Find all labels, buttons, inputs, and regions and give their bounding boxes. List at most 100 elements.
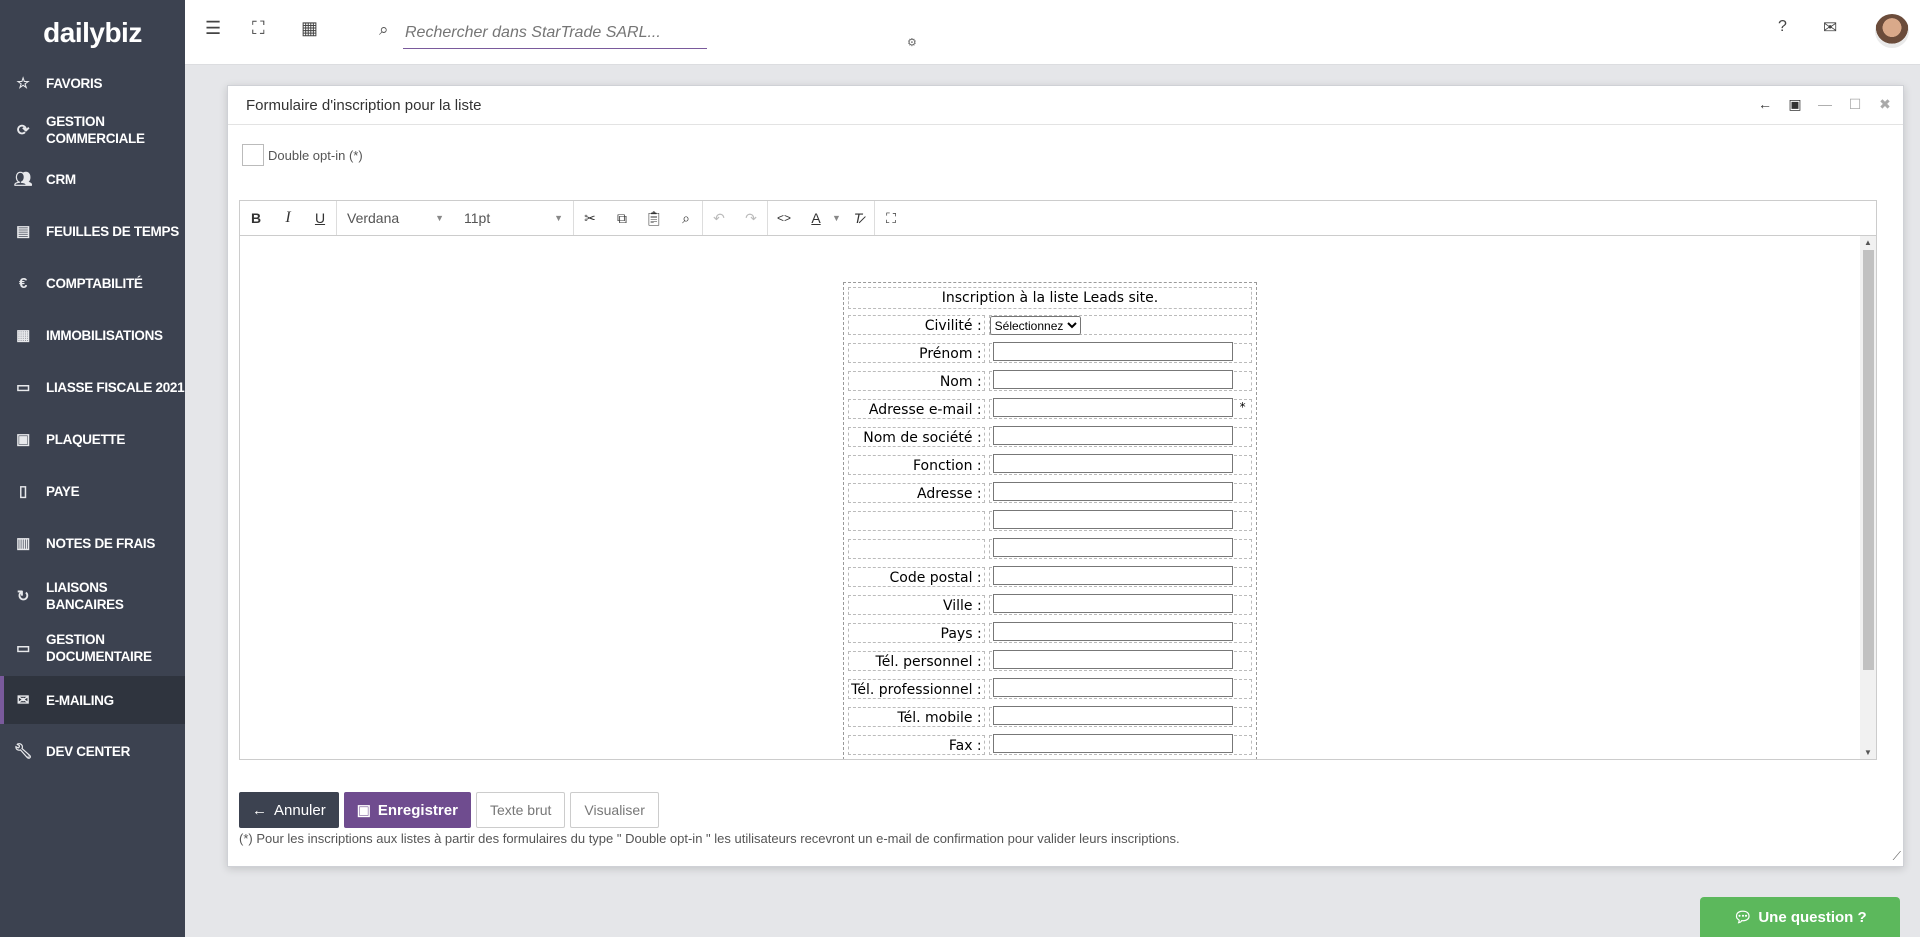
paste-icon[interactable]: 📋︎ (638, 210, 670, 227)
form-text-input[interactable] (992, 650, 1233, 669)
help-icon[interactable]: ? (1778, 18, 1787, 36)
sync-icon: ⟳ (16, 121, 30, 139)
search-icon: ⌕ (379, 20, 389, 39)
editor-toolbar: B I U Verdana ▼ 11pt ▼ ✂ ⧉ 📋︎ ⌕ ↶ ↷ <> A… (240, 201, 1876, 236)
scroll-up-icon[interactable]: ▲ (1864, 238, 1872, 247)
save-icon[interactable]: ▣ (1787, 96, 1803, 113)
apps-grid-icon[interactable]: ▦ (301, 18, 318, 39)
save-button[interactable]: ▣ Enregistrer (343, 792, 471, 828)
cancel-button[interactable]: ← Annuler (239, 792, 339, 828)
find-replace-icon[interactable]: ⌕ (670, 210, 702, 227)
preview-button[interactable]: Visualiser (570, 792, 659, 828)
form-text-input[interactable] (992, 398, 1233, 417)
form-label: Civilité : (848, 315, 985, 335)
form-text-input[interactable] (992, 482, 1233, 501)
sidebar: dailybiz ☆ FAVORIS ⟳ GESTION COMMERCIALE… (0, 0, 185, 937)
clear-formatting-icon[interactable]: T̷ (842, 210, 874, 226)
fullscreen-icon[interactable]: ⛶ (252, 18, 265, 39)
form-text-input[interactable] (992, 370, 1233, 389)
sidebar-item-e-mailing[interactable]: ✉ E-MAILING (0, 676, 185, 724)
underline-button[interactable]: U (304, 210, 336, 226)
form-text-input[interactable] (992, 622, 1233, 641)
form-text-input[interactable] (992, 342, 1233, 361)
double-optin-label: Double opt-in (*) (268, 147, 363, 163)
fullscreen-editor-icon[interactable]: ⛶ (875, 210, 907, 227)
form-row: Fax : (848, 733, 1252, 757)
form-text-input[interactable] (992, 706, 1233, 725)
arrow-left-icon: ← (252, 801, 267, 819)
sidebar-item-crm[interactable]: 👥︎ CRM (0, 168, 185, 190)
chevron-down-icon[interactable]: ▼ (832, 213, 842, 223)
form-label (848, 539, 985, 559)
sidebar-item-immobilisations[interactable]: ▦ IMMOBILISATIONS (0, 324, 185, 346)
search-input[interactable] (403, 18, 707, 49)
resize-handle-icon[interactable]: ⟋ (1893, 849, 1901, 864)
form-text-input[interactable] (992, 426, 1233, 445)
sidebar-item-label: GESTION COMMERCIALE (46, 114, 145, 146)
form-row: Adresse : (848, 481, 1252, 505)
sidebar-item-comptabilite[interactable]: € COMPTABILITÉ (0, 272, 185, 294)
sidebar-item-liaisons-bancaires[interactable]: ↻ LIAISONS BANCAIRES (0, 578, 185, 614)
source-code-icon[interactable]: <> (768, 211, 800, 225)
sidebar-item-gestion-documentaire[interactable]: ▭ GESTION DOCUMENTAIRE (0, 630, 185, 666)
sidebar-item-gestion-commerciale[interactable]: ⟳ GESTION COMMERCIALE (0, 112, 185, 148)
chevron-down-icon: ▼ (435, 213, 444, 223)
floppy-icon: ▣ (356, 802, 371, 819)
form-label (848, 511, 985, 531)
form-text-input[interactable] (992, 510, 1233, 529)
sidebar-item-feuilles-de-temps[interactable]: ▤ FEUILLES DE TEMPS (0, 220, 185, 242)
menu-toggle-icon[interactable]: ☰ (205, 18, 221, 39)
sidebar-item-plaquette[interactable]: ▣ PLAQUETTE (0, 428, 185, 450)
sidebar-item-label: PLAQUETTE (46, 431, 126, 447)
editor-content[interactable]: Inscription à la liste Leads site. Civil… (240, 236, 1859, 759)
form-label: Adresse : (848, 483, 985, 503)
star-icon: ☆ (16, 74, 30, 92)
app-logo[interactable]: dailybiz (0, 0, 185, 66)
undo-icon[interactable]: ↶ (703, 210, 735, 227)
minimize-icon[interactable]: — (1817, 96, 1833, 113)
double-optin-checkbox[interactable] (242, 144, 264, 166)
form-text-input[interactable] (992, 454, 1233, 473)
scrollbar-thumb[interactable] (1863, 250, 1874, 670)
form-label: Prénom : (848, 343, 985, 363)
avatar[interactable] (1875, 14, 1909, 48)
chat-bubble-icon: 💬︎ (1733, 909, 1753, 926)
copy-icon[interactable]: ⧉ (606, 210, 638, 227)
form-text-input[interactable] (992, 538, 1233, 557)
rich-text-editor: B I U Verdana ▼ 11pt ▼ ✂ ⧉ 📋︎ ⌕ ↶ ↷ <> A… (239, 200, 1877, 760)
text-color-icon[interactable]: A (800, 210, 832, 226)
modal-actions: ← ▣ — ☐ ✖ (1757, 96, 1893, 113)
redo-icon[interactable]: ↷ (735, 210, 767, 227)
back-arrow-icon[interactable]: ← (1757, 96, 1773, 113)
envelope-icon[interactable]: ✉ (1823, 18, 1837, 38)
sidebar-item-notes-de-frais[interactable]: ▥ NOTES DE FRAIS (0, 532, 185, 554)
form-row: Adresse e-mail : * (848, 397, 1252, 421)
scroll-down-icon[interactable]: ▼ (1864, 748, 1872, 757)
search-bar: ⌕ ⚙ (379, 18, 917, 49)
form-row: Fonction : (848, 453, 1252, 477)
form-text-input[interactable] (992, 734, 1233, 753)
bank-sync-icon: ↻ (16, 587, 30, 605)
civilite-select[interactable]: Sélectionnez (989, 316, 1081, 335)
sidebar-item-liasse-fiscale[interactable]: ▭ LIASSE FISCALE 2021 (0, 376, 185, 398)
cut-icon[interactable]: ✂ (574, 210, 606, 227)
sidebar-item-favoris[interactable]: ☆ FAVORIS (0, 72, 185, 94)
form-text-input[interactable] (992, 678, 1233, 697)
raw-text-button[interactable]: Texte brut (475, 792, 566, 828)
font-family-select[interactable]: Verdana ▼ (337, 210, 454, 226)
bold-button[interactable]: B (240, 210, 272, 226)
font-size-value: 11pt (464, 210, 491, 226)
editor-scrollbar[interactable]: ▲ ▼ (1860, 236, 1876, 759)
search-settings-icon[interactable]: ⚙ (907, 36, 917, 49)
form-text-input[interactable] (992, 594, 1233, 613)
form-row: Code postal : (848, 565, 1252, 589)
sidebar-item-paye[interactable]: ▯ PAYE (0, 480, 185, 502)
sidebar-item-dev-center[interactable]: 🔧︎ DEV CENTER (0, 740, 185, 762)
maximize-icon[interactable]: ☐ (1847, 96, 1863, 113)
form-text-input[interactable] (992, 566, 1233, 585)
font-size-select[interactable]: 11pt ▼ (454, 210, 573, 226)
form-label: Nom : (848, 371, 985, 391)
italic-button[interactable]: I (272, 209, 304, 227)
chat-button[interactable]: 💬︎ Une question ? (1700, 897, 1900, 937)
close-icon[interactable]: ✖ (1877, 96, 1893, 113)
